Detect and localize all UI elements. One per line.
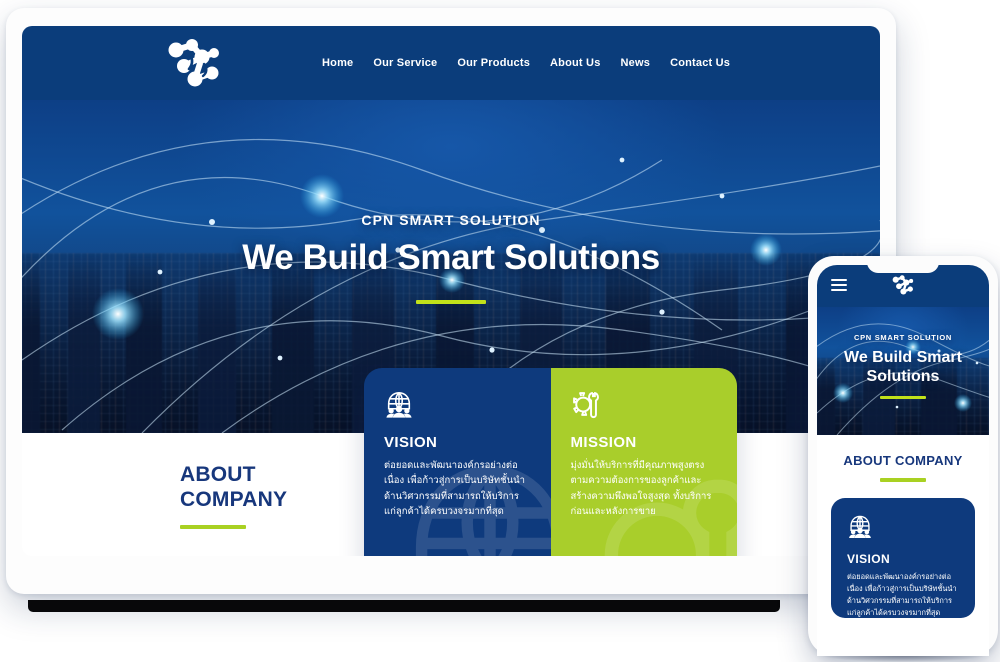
nav-item-our-service[interactable]: Our Service [373,57,437,69]
phone-about-title: ABOUT COMPANY [843,453,963,468]
laptop-base [28,600,780,612]
vision-title: VISION [384,434,438,451]
phone-header [817,265,989,307]
phone-hero-accent-rule [880,396,926,400]
hamburger-menu-icon[interactable] [831,279,847,291]
hero-accent-rule [416,300,486,304]
phone-mockup: CPN SMART SOLUTION We Build Smart Soluti… [808,256,998,662]
vision-card[interactable]: VISION ต่อยอดและพัฒนาองค์กรอย่างต่อเนื่อ… [364,368,551,556]
phone-vision-card[interactable]: VISION ต่อยอดและพัฒนาองค์กรอย่างต่อเนื่อ… [831,498,975,618]
phone-notch [867,265,939,273]
mockup-stage: Home Our Service Our Products About Us N… [0,0,1000,662]
about-title-line2: COMPANY [180,487,288,511]
mission-title: MISSION [570,434,637,451]
molecule-network-logo[interactable] [162,36,226,90]
molecule-network-logo[interactable] [890,273,916,297]
vision-mission-cards: VISION ต่อยอดและพัฒนาองค์กรอย่างต่อเนื่อ… [364,368,737,556]
about-title-line1: ABOUT [180,463,256,486]
laptop-screen: Home Our Service Our Products About Us N… [22,26,880,556]
laptop-mockup: Home Our Service Our Products About Us N… [6,8,896,612]
main-nav[interactable]: Home Our Service Our Products About Us N… [322,26,730,100]
globe-people-icon [849,515,871,538]
about-accent-rule [180,524,246,529]
about-heading: ABOUT COMPANY [180,463,287,529]
nav-item-our-products[interactable]: Our Products [457,57,530,69]
gear-wrench-icon [572,392,599,419]
nav-item-contact-us[interactable]: Contact Us [670,57,730,69]
phone-hero-title: We Build Smart Solutions [844,349,962,386]
phone-about-section: ABOUT COMPANY [817,435,989,492]
nav-item-home[interactable]: Home [322,57,353,69]
site-header: Home Our Service Our Products About Us N… [22,26,880,100]
phone-vision-body: ต่อยอดและพัฒนาองค์กรอย่างต่อเนื่อง เพื่อ… [847,572,957,617]
mission-card[interactable]: MISSION มุ่งมั่นให้บริการที่มีคุณภาพสูงต… [550,368,737,556]
phone-hero-copy: CPN SMART SOLUTION We Build Smart Soluti… [817,333,989,400]
nav-item-news[interactable]: News [621,57,651,69]
hero-title: We Build Smart Solutions [242,238,660,277]
hero-copy: CPN SMART SOLUTION We Build Smart Soluti… [22,212,880,304]
phone-screen: CPN SMART SOLUTION We Build Smart Soluti… [817,265,989,656]
phone-hero-banner: CPN SMART SOLUTION We Build Smart Soluti… [817,307,989,435]
hero-kicker: CPN SMART SOLUTION [361,212,541,228]
phone-vision-title: VISION [847,552,891,566]
nav-item-about-us[interactable]: About Us [550,57,600,69]
globe-people-icon [386,392,412,418]
mission-body: มุ่งมั่นให้บริการที่มีคุณภาพสูงตรงตามควา… [570,460,712,518]
about-section: ABOUT COMPANY VISION ต่อยอดและพัฒนาองค์ก… [22,368,880,556]
phone-about-accent-rule [880,478,926,482]
vision-body: ต่อยอดและพัฒนาองค์กรอย่างต่อเนื่อง เพื่อ… [384,460,525,518]
phone-hero-kicker: CPN SMART SOLUTION [853,333,952,342]
